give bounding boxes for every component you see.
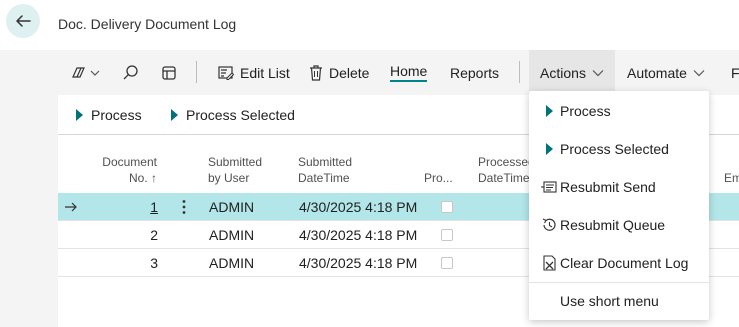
arrow-left-icon (16, 15, 31, 27)
menu-item-resubmit-queue[interactable]: Resubmit Queue (529, 206, 709, 244)
page-title: Doc. Delivery Document Log (58, 16, 237, 32)
column-header-processed[interactable]: Pro... (424, 170, 453, 186)
play-icon (76, 109, 83, 121)
submitted-by-cell: ADMIN (209, 227, 255, 243)
back-button[interactable] (6, 4, 40, 38)
search-icon (123, 64, 138, 79)
send-icon (541, 179, 557, 195)
chevron-down-icon (592, 69, 604, 76)
edit-list-icon (218, 65, 234, 80)
actions-dropdown-menu: Process Process Selected Resubmit Send R… (529, 91, 709, 320)
column-header-document-no[interactable]: Document No. ↑ (101, 154, 157, 186)
search-button[interactable] (122, 50, 140, 95)
document-no-cell[interactable]: 2 (118, 221, 158, 249)
menu-item-process[interactable]: Process (529, 92, 709, 130)
layout-icon (162, 65, 176, 80)
command-bar: Edit List Delete Home Reports Actions Au… (58, 50, 739, 95)
tab-home[interactable]: Home (390, 50, 428, 95)
home-label: Home (390, 63, 428, 82)
edit-list-button[interactable]: Edit List (218, 50, 290, 95)
delete-button[interactable]: Delete (309, 50, 369, 95)
processed-checkbox[interactable] (441, 193, 453, 221)
tab-overflow[interactable]: Fe (731, 50, 739, 95)
play-icon (541, 103, 557, 119)
edit-list-label: Edit List (240, 64, 290, 81)
process-label: Process (91, 107, 142, 123)
actions-label: Actions (540, 64, 586, 81)
play-icon (541, 141, 557, 157)
tab-actions[interactable]: Actions (529, 50, 615, 95)
page-header: Doc. Delivery Document Log (0, 0, 739, 50)
submitted-by-cell: ADMIN (209, 199, 255, 215)
process-button[interactable]: Process (76, 95, 142, 135)
chevron-down-icon (693, 69, 705, 76)
reports-label: Reports (450, 64, 500, 81)
trash-icon (310, 64, 322, 81)
column-header-submitted-by[interactable]: Submitted by User (208, 154, 262, 186)
submitted-datetime-cell: 4/30/2025 4:18 PM (299, 199, 418, 215)
submitted-datetime-cell: 4/30/2025 4:18 PM (299, 227, 418, 243)
play-icon (171, 109, 178, 121)
tab-reports[interactable]: Reports (450, 50, 499, 95)
row-menu-button[interactable] (182, 193, 186, 221)
automate-label: Automate (627, 64, 687, 81)
submitted-by-cell: ADMIN (209, 255, 255, 271)
filter-pane-icon (72, 66, 100, 78)
column-header-submitted-datetime[interactable]: Submitted DateTime (298, 154, 352, 186)
menu-item-resubmit-send[interactable]: Resubmit Send (529, 168, 709, 206)
menu-item-process-selected[interactable]: Process Selected (529, 130, 709, 168)
processed-checkbox[interactable] (441, 221, 453, 249)
view-switcher-button[interactable] (70, 50, 100, 95)
document-no-cell[interactable]: 3 (118, 249, 158, 277)
menu-item-use-short-menu[interactable]: Use short menu (529, 282, 709, 320)
process-selected-label: Process Selected (186, 107, 295, 123)
processed-checkbox[interactable] (441, 249, 453, 277)
column-header-em[interactable]: Em (724, 170, 739, 186)
queue-icon (541, 217, 557, 233)
delete-label: Delete (329, 64, 370, 81)
clear-log-icon (541, 255, 557, 271)
process-selected-button[interactable]: Process Selected (171, 95, 295, 135)
column-header-processed-datetime[interactable]: Processed DateTime (478, 154, 535, 186)
document-no-link[interactable]: 1 (118, 193, 158, 221)
submitted-datetime-cell: 4/30/2025 4:18 PM (299, 255, 418, 271)
divider (196, 61, 197, 83)
show-as-tiles-button[interactable] (161, 50, 177, 95)
more-vertical-icon (182, 200, 186, 214)
overflow-label: Fe (731, 64, 739, 81)
tab-automate[interactable]: Automate (627, 50, 705, 95)
divider (519, 61, 520, 83)
row-indicator-arrow-icon (64, 193, 78, 221)
menu-item-clear-document-log[interactable]: Clear Document Log (529, 244, 709, 282)
